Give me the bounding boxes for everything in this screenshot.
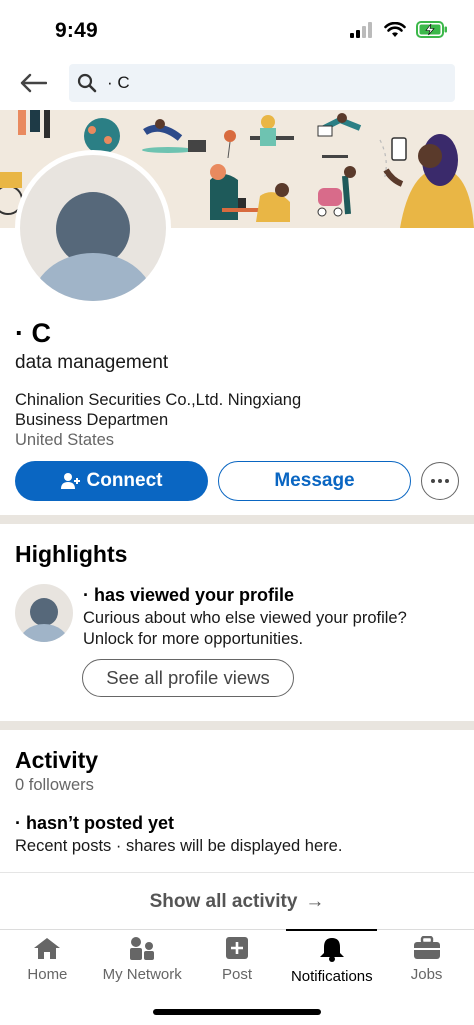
activity-title: Activity [15,747,99,773]
activity-empty-title: · hasn’t posted yet [15,813,175,833]
nav-label: Home [27,966,68,983]
nav-label: Post [221,966,252,983]
highlight-title: · has viewed your profile [83,585,295,605]
nav-item-jobs[interactable]: Jobs [379,930,474,991]
home-indicator [153,1009,321,1015]
more-dot-icon [431,479,435,483]
post-icon [225,937,248,959]
wifi-icon [384,21,406,37]
status-icons [350,21,448,38]
person-placeholder-icon [31,192,155,301]
nav-label: Jobs [410,966,443,983]
briefcase-icon [413,936,440,959]
highlight-description: Curious about who else viewed your profi… [83,609,407,648]
highlights-title: Highlights [15,541,128,567]
search-query: · C [107,73,130,92]
back-arrow-icon [20,73,47,93]
profile-avatar[interactable] [15,150,171,306]
signal-icon [350,21,372,38]
nav-label: My Network [102,966,182,983]
profile-name: · C [15,318,51,348]
battery-icon [416,21,447,38]
more-dot-icon [438,479,442,483]
profile-location: United States [15,431,115,449]
search-header: · C [0,56,474,110]
home-icon [34,938,61,959]
add-person-icon [60,473,80,489]
search-icon [77,73,97,93]
show-all-activity-button[interactable]: Show all activity → [0,872,474,930]
show-all-activity-label: Show all activity [149,890,298,912]
message-label: Message [274,470,355,491]
bell-icon [319,938,344,962]
arrow-right-icon: → [305,890,325,912]
message-button[interactable]: Message [218,461,411,501]
bottom-navigation: Home My Network Post Notifications Jobs [0,929,474,991]
nav-label: Notifications [290,968,373,985]
back-button[interactable] [16,68,50,98]
status-time: 9:49 [55,19,98,42]
search-input[interactable]: · C [69,64,455,102]
followers-count[interactable]: 0 followers [15,776,94,795]
nav-item-my-network[interactable]: My Network [95,930,190,991]
nav-item-home[interactable]: Home [0,930,95,991]
more-dot-icon [445,479,449,483]
section-divider [0,721,474,730]
see-all-profile-views-button[interactable]: See all profile views [82,659,294,697]
profile-company: Chinalion Securities Co.,Ltd. Ningxiang … [15,391,302,429]
profile-actions: Connect Message [15,461,460,501]
nav-item-notifications[interactable]: Notifications [284,929,379,991]
status-bar: 9:49 [0,0,474,56]
network-icon [130,937,155,960]
connect-button[interactable]: Connect [15,461,208,501]
more-options-button[interactable] [421,462,459,500]
nav-item-post[interactable]: Post [190,930,285,991]
connect-label: Connect [86,470,163,491]
section-divider [0,515,474,524]
person-placeholder-icon [19,598,69,642]
profile-headline: data management [15,352,169,373]
viewer-avatar [15,584,73,642]
activity-empty-description: Recent posts · shares will be displayed … [15,837,343,855]
